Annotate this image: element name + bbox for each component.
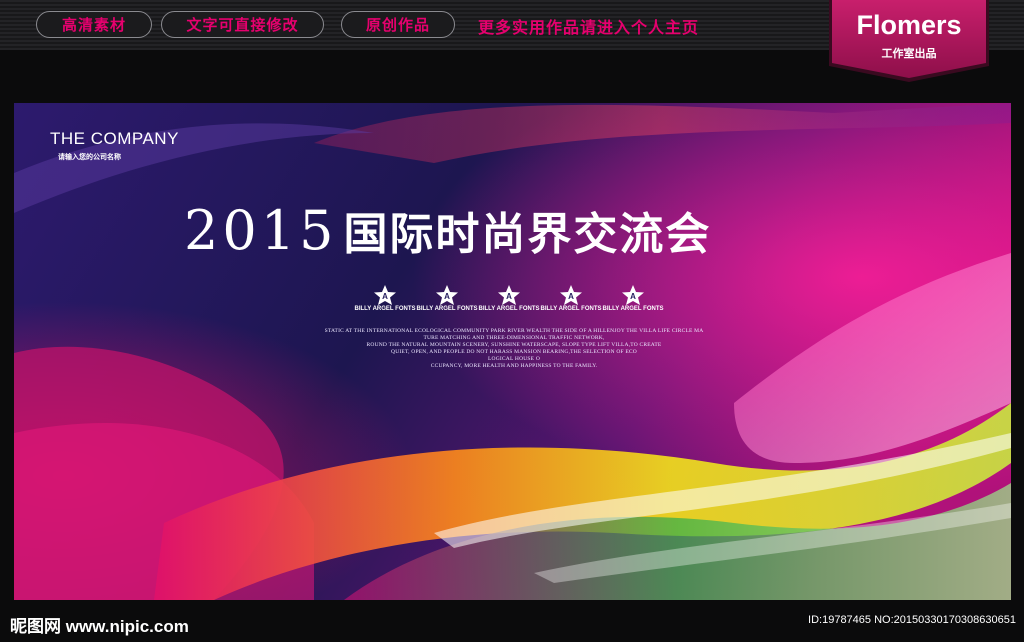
sponsor-label: BILLY ARGEL FONTS (416, 306, 478, 312)
sponsor-logo: A BILLY ARGEL FONTS (478, 285, 540, 312)
badge-title: Flomers (856, 10, 962, 40)
star-icon: A (560, 285, 582, 305)
tag-hd-material[interactable]: 高清素材 (36, 11, 152, 38)
svg-text:A: A (506, 292, 512, 301)
sponsor-logo: A BILLY ARGEL FONTS (416, 285, 478, 312)
sponsor-logo: A BILLY ARGEL FONTS (540, 285, 602, 312)
company-name: THE COMPANY (50, 129, 179, 148)
star-icon: A (498, 285, 520, 305)
sponsor-label: BILLY ARGEL FONTS (540, 306, 602, 312)
description-line: STATIC AT THE INTERNATIONAL ECOLOGICAL C… (324, 328, 704, 334)
sponsor-logo: A BILLY ARGEL FONTS (354, 285, 416, 312)
sponsor-logos: A BILLY ARGEL FONTS A BILLY ARGEL FONTS … (354, 285, 664, 317)
svg-text:A: A (630, 292, 636, 301)
promo-link[interactable]: 更多实用作品请进入个人主页 (478, 14, 699, 38)
event-headline: 2015 国际时尚界交流会 (184, 198, 711, 262)
description-line: QUIET, OPEN, AND PEOPLE DO NOT HARASS MA… (391, 349, 637, 355)
watermark-footer: 昵图网 www.nipic.com ID:19787465 NO:2015033… (0, 600, 1024, 642)
description-line: CCUPANCY, MORE HEALTH AND HAPPINESS TO T… (430, 363, 598, 369)
site-watermark[interactable]: 昵图网 www.nipic.com (10, 612, 189, 637)
event-poster: THE COMPANY 请输入您的公司名称 2015 国际时尚界交流会 A BI… (14, 103, 1011, 600)
badge-subtitle: 工作室出品 (881, 47, 937, 60)
headline-title: 国际时尚界交流会 (343, 210, 712, 259)
svg-text:A: A (568, 292, 574, 301)
sponsor-label: BILLY ARGEL FONTS (602, 306, 664, 312)
svg-text:A: A (382, 292, 388, 301)
event-description: STATIC AT THE INTERNATIONAL ECOLOGICAL C… (214, 328, 814, 370)
sponsor-label: BILLY ARGEL FONTS (478, 306, 540, 312)
svg-text:A: A (444, 292, 450, 301)
sponsor-label: BILLY ARGEL FONTS (354, 306, 416, 312)
tag-editable-text[interactable]: 文字可直接修改 (161, 11, 324, 38)
description-line: ROUND THE NATURAL MOUNTAIN SCENERY, SUNS… (366, 342, 662, 348)
star-icon: A (436, 285, 458, 305)
description-line: LOGICAL HOUSE O (488, 356, 540, 362)
sponsor-logo: A BILLY ARGEL FONTS (602, 285, 664, 312)
image-id-watermark: ID:19787465 NO:20150330170308630651 (808, 614, 1016, 626)
tag-original-work[interactable]: 原创作品 (341, 11, 455, 38)
brand-badge[interactable]: Flomers 工作室出品 (829, 0, 989, 82)
star-icon: A (374, 285, 396, 305)
star-icon: A (622, 285, 644, 305)
headline-year: 2015 (184, 199, 338, 262)
company-subtitle: 请输入您的公司名称 (58, 153, 121, 161)
description-line: TURE MATCHING AND THREE-DIMENSIONAL TRAF… (423, 335, 605, 341)
